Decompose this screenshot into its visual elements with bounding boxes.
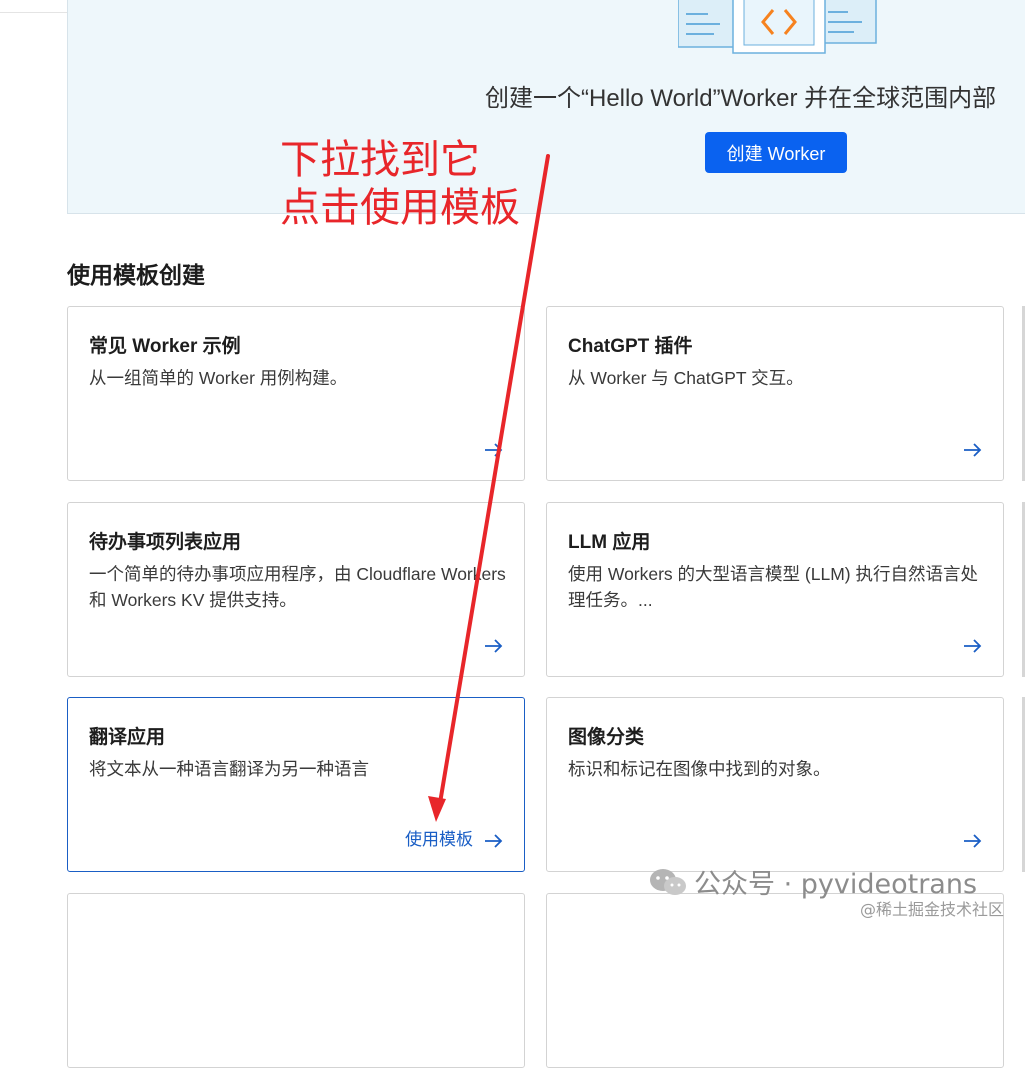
card-description: 将文本从一种语言翻译为另一种语言 — [89, 759, 369, 779]
template-card-translation-app[interactable]: 翻译应用 将文本从一种语言翻译为另一种语言 使用模板 — [67, 697, 525, 872]
card-title: 图像分类 — [568, 727, 645, 748]
arrow-right-icon[interactable] — [963, 638, 983, 654]
card-description: 标识和标记在图像中找到的对象。 — [568, 759, 831, 779]
card-title: 待办事项列表应用 — [89, 532, 242, 553]
template-card-llm-app[interactable]: LLM 应用 使用 Workers 的大型语言模型 (LLM) 执行自然语言处理… — [546, 502, 1004, 677]
annotation-line-2: 点击使用模板 — [280, 186, 520, 230]
arrow-right-icon[interactable] — [484, 442, 504, 458]
card-description: 从 Worker 与 ChatGPT 交互。 — [568, 368, 804, 388]
template-card-chatgpt-plugin[interactable]: ChatGPT 插件 从 Worker 与 ChatGPT 交互。 — [546, 306, 1004, 481]
arrow-right-icon[interactable] — [484, 833, 504, 849]
banner-description: 创建一个“Hello World”Worker 并在全球范围内部 — [485, 85, 997, 112]
code-window-icon — [678, 0, 877, 54]
template-card-image-classification[interactable]: 图像分类 标识和标记在图像中找到的对象。 — [546, 697, 1004, 872]
card-title: LLM 应用 — [568, 532, 651, 553]
section-title: 使用模板创建 — [67, 263, 205, 289]
arrow-right-icon[interactable] — [963, 833, 983, 849]
use-template-link[interactable]: 使用模板 — [405, 825, 473, 850]
arrow-right-icon[interactable] — [484, 638, 504, 654]
template-card-todo-list-app[interactable]: 待办事项列表应用 一个简单的待办事项应用程序，由 Cloudflare Work… — [67, 502, 525, 677]
card-description: 从一组简单的 Worker 用例构建。 — [89, 368, 348, 388]
annotation-line-1: 下拉找到它 — [280, 138, 480, 182]
card-title: 翻译应用 — [89, 727, 166, 748]
card-description: 一个简单的待办事项应用程序，由 Cloudflare Workers 和 Wor… — [89, 564, 506, 610]
arrow-right-icon[interactable] — [963, 442, 983, 458]
template-card-partial[interactable] — [67, 893, 525, 1068]
watermark-subtext: @稀土掘金技术社区 — [860, 900, 1005, 919]
hello-world-banner: 创建一个“Hello World”Worker 并在全球范围内部 创建 Work… — [67, 0, 1025, 214]
card-description: 使用 Workers 的大型语言模型 (LLM) 执行自然语言处理任务。... — [568, 564, 978, 610]
card-title: 常见 Worker 示例 — [89, 336, 241, 357]
create-worker-button[interactable]: 创建 Worker — [705, 132, 847, 173]
template-card-common-worker-examples[interactable]: 常见 Worker 示例 从一组简单的 Worker 用例构建。 — [67, 306, 525, 481]
wechat-icon — [650, 868, 686, 895]
red-annotation-text: 下拉找到它 点击使用模板 — [280, 136, 520, 232]
card-title: ChatGPT 插件 — [568, 336, 693, 357]
